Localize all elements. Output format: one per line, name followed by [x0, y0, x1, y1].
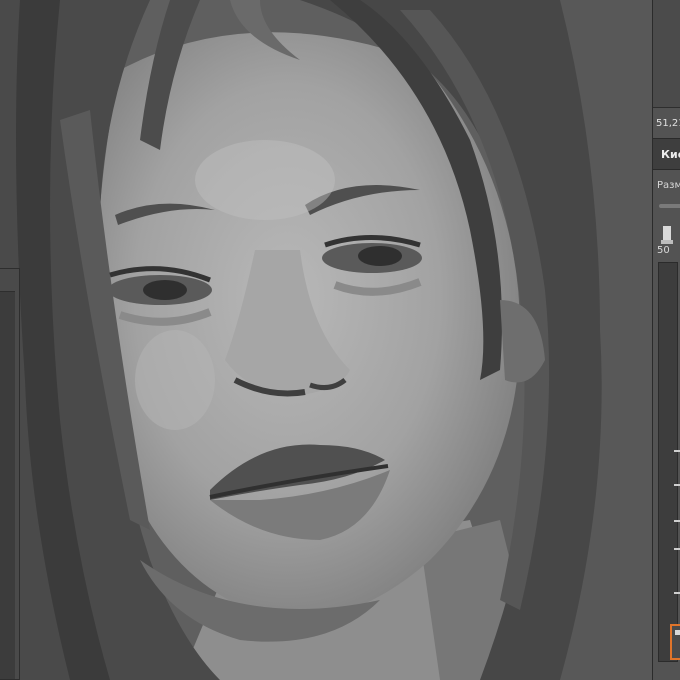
brush-size-slider[interactable] — [659, 204, 680, 208]
floating-panel-content — [0, 291, 15, 679]
right-dock: 51,21 Кист Разм 50 — [652, 0, 680, 680]
brush-tip-marker — [674, 548, 680, 550]
brush-tip-marker — [674, 450, 680, 452]
brush-tip-icon — [675, 630, 680, 635]
brush-tip-marker — [674, 520, 680, 522]
brush-panel-title[interactable]: Кист — [661, 148, 680, 161]
coordinates-readout: 51,21 — [656, 118, 680, 129]
brush-tip-marker — [674, 484, 680, 486]
brush-preset-icon[interactable] — [660, 226, 674, 244]
brush-size-value: 50 — [657, 245, 670, 256]
photoshop-workspace: 51,21 Кист Разм 50 — [0, 0, 680, 680]
floating-panel[interactable] — [0, 268, 20, 680]
document-canvas[interactable] — [0, 0, 652, 680]
selected-brush-preset[interactable] — [670, 624, 680, 660]
portrait-painting — [0, 0, 652, 680]
brush-preset-list[interactable] — [658, 262, 678, 662]
brush-size-label: Разм — [657, 180, 680, 191]
navigator-panel — [653, 0, 680, 108]
brush-tip-marker — [674, 592, 680, 594]
